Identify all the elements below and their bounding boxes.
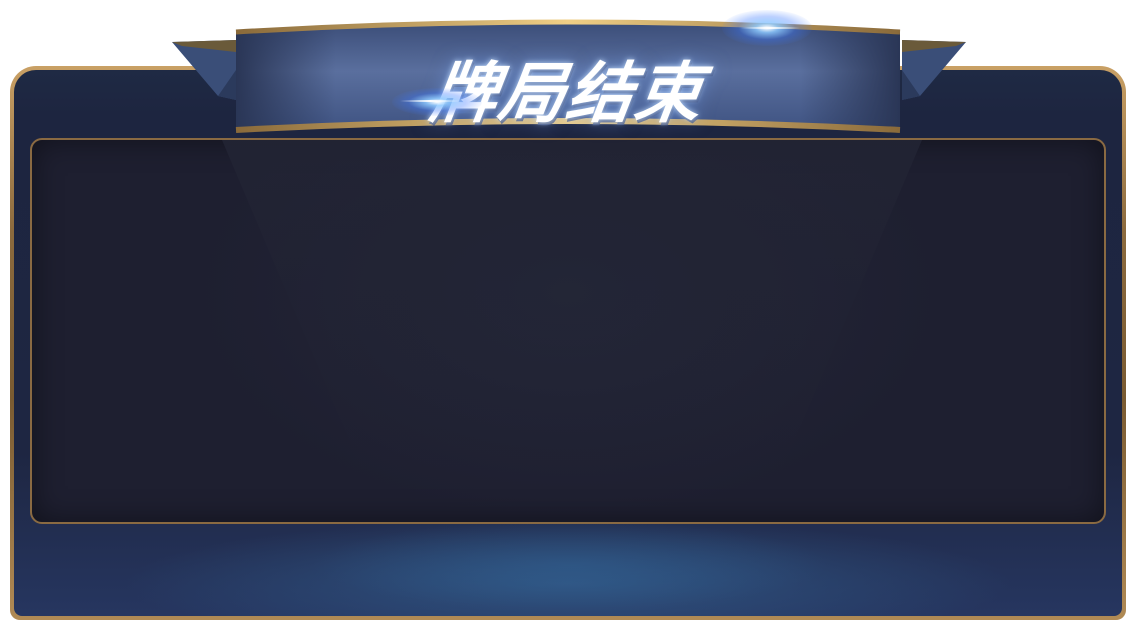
panel-light-beam — [222, 140, 922, 470]
sparkle-icon — [400, 100, 460, 102]
dialog-title: 牌局结束 — [425, 55, 709, 132]
game-over-dialog: 牌局结束 — [0, 0, 1136, 620]
result-content-panel — [30, 138, 1106, 524]
title-banner: 牌局结束 — [232, 18, 904, 140]
sparkle-icon — [740, 27, 800, 29]
